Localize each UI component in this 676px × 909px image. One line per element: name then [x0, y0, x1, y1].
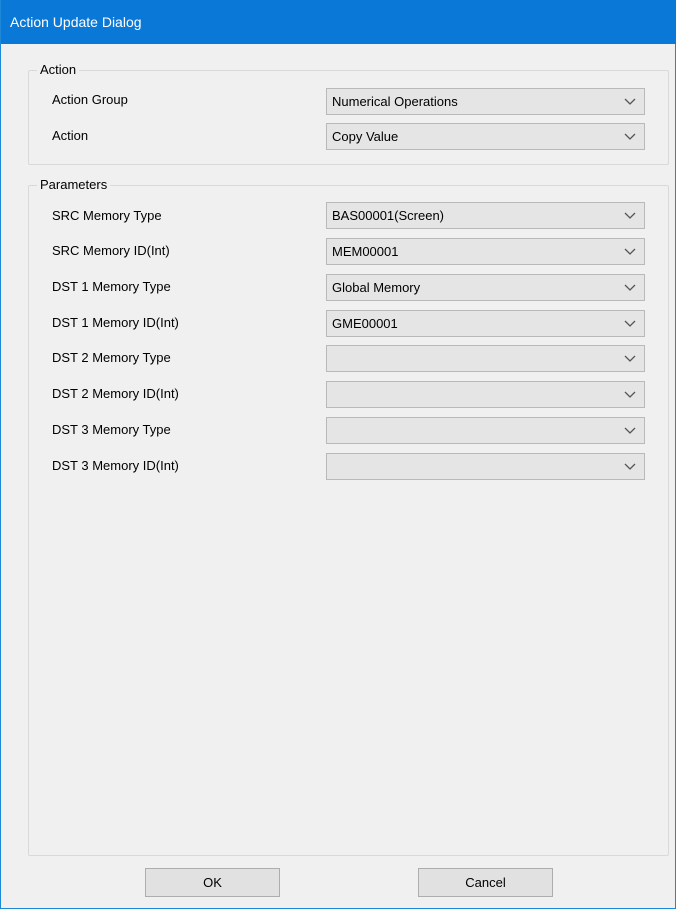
dialog-title: Action Update Dialog — [1, 0, 676, 44]
chevron-down-icon — [624, 212, 636, 219]
dst3-memory-id-label: DST 3 Memory ID(Int) — [52, 458, 179, 473]
dst3-memory-type-select[interactable] — [326, 417, 645, 444]
dst2-memory-type-select[interactable] — [326, 345, 645, 372]
dst1-memory-type-label: DST 1 Memory Type — [52, 279, 171, 294]
parameters-group-legend: Parameters — [37, 177, 111, 193]
src-memory-type-label: SRC Memory Type — [52, 208, 162, 223]
dst2-memory-id-label: DST 2 Memory ID(Int) — [52, 386, 179, 401]
dst1-memory-type-select[interactable]: Global Memory — [326, 274, 645, 301]
chevron-down-icon — [624, 391, 636, 398]
src-memory-id-select[interactable]: MEM00001 — [326, 238, 645, 265]
dst1-memory-type-value: Global Memory — [332, 280, 421, 295]
chevron-down-icon — [624, 248, 636, 255]
src-memory-id-value: MEM00001 — [332, 244, 399, 259]
dst1-memory-id-value: GME00001 — [332, 316, 398, 331]
dst3-memory-type-label: DST 3 Memory Type — [52, 422, 171, 437]
dst2-memory-type-label: DST 2 Memory Type — [52, 350, 171, 365]
ok-button[interactable]: OK — [145, 868, 280, 897]
chevron-down-icon — [624, 133, 636, 140]
src-memory-id-label: SRC Memory ID(Int) — [52, 243, 170, 258]
chevron-down-icon — [624, 355, 636, 362]
chevron-down-icon — [624, 98, 636, 105]
chevron-down-icon — [624, 320, 636, 327]
cancel-button[interactable]: Cancel — [418, 868, 553, 897]
action-groupbox: Action — [28, 62, 669, 165]
dst2-memory-id-select[interactable] — [326, 381, 645, 408]
src-memory-type-value: BAS00001(Screen) — [332, 208, 445, 223]
chevron-down-icon — [624, 427, 636, 434]
dst1-memory-id-label: DST 1 Memory ID(Int) — [52, 315, 179, 330]
src-memory-type-select[interactable]: BAS00001(Screen) — [326, 202, 645, 229]
chevron-down-icon — [624, 463, 636, 470]
action-group-legend: Action — [37, 62, 80, 78]
action-select[interactable]: Copy Value — [326, 123, 645, 150]
action-group-select[interactable]: Numerical Operations — [326, 88, 645, 115]
dst1-memory-id-select[interactable]: GME00001 — [326, 310, 645, 337]
chevron-down-icon — [624, 284, 636, 291]
action-value: Copy Value — [332, 129, 399, 144]
action-label: Action — [52, 128, 89, 143]
action-update-dialog: Action Update Dialog Action Action Group… — [0, 0, 676, 909]
action-group-label: Action Group — [52, 92, 128, 107]
action-group-value: Numerical Operations — [332, 94, 458, 109]
dst3-memory-id-select[interactable] — [326, 453, 645, 480]
